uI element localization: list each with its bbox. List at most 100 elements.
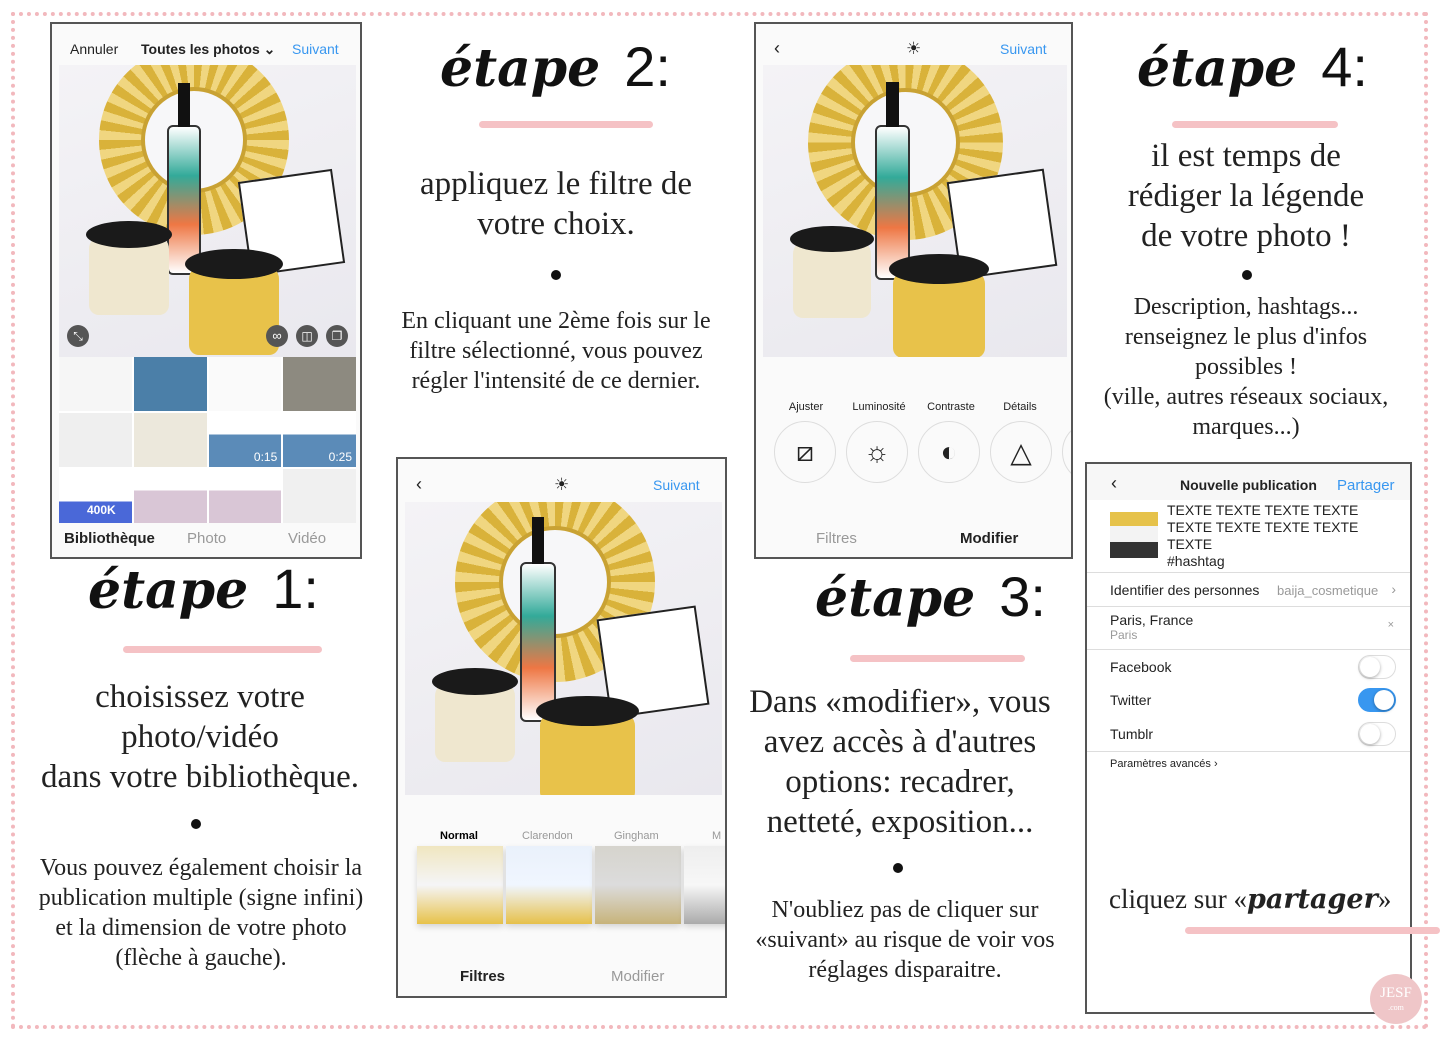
library-thumb[interactable] bbox=[283, 357, 356, 411]
step3-title: étape 3: bbox=[815, 565, 1046, 629]
bullet bbox=[1242, 270, 1252, 280]
back-icon[interactable]: ‹ bbox=[1111, 473, 1117, 494]
tool-label-details: Détails bbox=[1003, 401, 1037, 413]
library-thumb[interactable] bbox=[133, 469, 207, 523]
back-icon[interactable]: ‹ bbox=[774, 38, 780, 59]
phone-library: Annuler Toutes les photos ⌄ Suivant ⤡ ∞ … bbox=[50, 22, 362, 559]
contrast-icon[interactable]: ◐ bbox=[918, 421, 980, 483]
library-grid: 0:15 0:25 400K bbox=[59, 357, 356, 523]
details-icon[interactable]: △ bbox=[990, 421, 1052, 483]
post-thumbnail bbox=[1110, 512, 1158, 558]
photo-preview bbox=[405, 502, 722, 795]
tab-video[interactable]: Vidéo bbox=[288, 530, 326, 547]
filter-label-gingham[interactable]: Gingham bbox=[614, 830, 659, 842]
library-thumb[interactable] bbox=[208, 469, 282, 523]
album-label: Toutes les photos bbox=[141, 41, 260, 57]
share-row-tumblr: Tumblr bbox=[1087, 717, 1410, 751]
bullet bbox=[893, 863, 903, 873]
photo-preview bbox=[763, 65, 1067, 357]
step2-note: En cliquant une 2ème fois sur le filtre s… bbox=[401, 308, 711, 394]
share-label: Facebook bbox=[1110, 659, 1172, 675]
library-thumb[interactable] bbox=[208, 357, 282, 411]
next-button[interactable]: Suivant bbox=[653, 477, 700, 493]
cta-text: cliquez sur «partager» bbox=[1109, 884, 1392, 915]
library-thumb[interactable] bbox=[283, 469, 356, 523]
step3-text: Dans «modifier», vous avez accès à d'autr… bbox=[749, 684, 1051, 840]
close-icon[interactable]: × bbox=[1388, 619, 1394, 631]
album-dropdown[interactable]: Toutes les photos ⌄ bbox=[141, 41, 275, 58]
adjust-icon[interactable]: ⧄ bbox=[774, 421, 836, 483]
share-button[interactable]: Partager bbox=[1337, 477, 1395, 494]
video-duration: 0:25 bbox=[328, 450, 352, 464]
next-button[interactable]: Suivant bbox=[292, 41, 339, 57]
facebook-toggle[interactable] bbox=[1358, 655, 1396, 679]
phone-edit: ‹ ☀ Suivant Ajuster Luminosité Contraste… bbox=[754, 22, 1073, 559]
advanced-settings-link[interactable]: Paramètres avancés › bbox=[1087, 751, 1410, 781]
tab-edit[interactable]: Modifier bbox=[611, 968, 664, 985]
next-button[interactable]: Suivant bbox=[1000, 41, 1047, 57]
more-tool-icon[interactable] bbox=[1062, 421, 1071, 483]
brightness-icon[interactable]: ☀ bbox=[906, 39, 921, 59]
pink-underline bbox=[123, 646, 322, 653]
video-duration: 0:15 bbox=[253, 450, 278, 464]
step4-text: il est temps de rédiger la légende de votr… bbox=[1127, 138, 1365, 254]
tool-label-contrast: Contraste bbox=[927, 401, 975, 413]
filter-thumb-gingham[interactable] bbox=[595, 846, 681, 924]
brightness-icon[interactable]: ☼ bbox=[846, 421, 908, 483]
tumblr-toggle[interactable] bbox=[1358, 722, 1396, 746]
library-thumb[interactable] bbox=[133, 413, 207, 467]
tab-filters[interactable]: Filtres bbox=[460, 968, 505, 985]
caption-input[interactable]: TEXTE TEXTE TEXTE TEXTE TEXTE TEXTE TEXTE… bbox=[1167, 502, 1358, 570]
library-thumb[interactable]: 0:25 bbox=[283, 413, 356, 467]
share-label: Tumblr bbox=[1110, 726, 1154, 742]
chevron-down-icon: ⌄ bbox=[263, 41, 276, 57]
twitter-toggle[interactable] bbox=[1358, 688, 1396, 712]
thumb-badge: 400K bbox=[87, 503, 116, 517]
step4-note: Description, hashtags... renseignez le pl… bbox=[1103, 294, 1389, 440]
tab-photo[interactable]: Photo bbox=[187, 530, 226, 547]
back-icon[interactable]: ‹ bbox=[416, 474, 422, 495]
tab-filters[interactable]: Filtres bbox=[816, 530, 857, 547]
bullet bbox=[191, 819, 201, 829]
share-row-twitter: Twitter bbox=[1087, 683, 1410, 717]
bullet bbox=[551, 270, 561, 280]
pink-underline bbox=[1185, 927, 1440, 934]
tab-library[interactable]: Bibliothèque bbox=[64, 530, 155, 547]
filter-thumb-normal[interactable] bbox=[417, 846, 503, 924]
filter-thumb-clarendon[interactable] bbox=[506, 846, 592, 924]
share-label: Twitter bbox=[1110, 692, 1152, 708]
location-row[interactable]: Paris, France Paris × bbox=[1087, 606, 1410, 649]
library-thumb[interactable]: 0:15 bbox=[208, 413, 282, 467]
photo-preview: ⤡ ∞ ◫ ❐ bbox=[59, 65, 356, 357]
pink-underline bbox=[850, 655, 1025, 662]
infinity-icon[interactable]: ∞ bbox=[266, 325, 288, 347]
pink-underline bbox=[479, 121, 653, 128]
cancel-button[interactable]: Annuler bbox=[70, 41, 118, 57]
library-thumb[interactable] bbox=[59, 357, 132, 411]
expand-icon[interactable]: ⤡ bbox=[67, 325, 89, 347]
step2-text: appliquez le filtre de votre choix. bbox=[419, 166, 693, 242]
step4-title: étape 4: bbox=[1137, 35, 1368, 99]
tool-label-brightness: Luminosité bbox=[852, 401, 906, 413]
brightness-icon[interactable]: ☀ bbox=[554, 475, 569, 495]
filter-label-normal[interactable]: Normal bbox=[440, 830, 478, 842]
multi-select-icon[interactable]: ❐ bbox=[326, 325, 348, 347]
share-row-facebook: Facebook bbox=[1087, 649, 1410, 683]
layout-icon[interactable]: ◫ bbox=[296, 325, 318, 347]
location-label: Paris, France bbox=[1110, 612, 1194, 628]
tag-people-row[interactable]: Identifier des personnes baija_cosmetiqu… bbox=[1087, 572, 1410, 606]
tab-edit[interactable]: Modifier bbox=[960, 530, 1018, 547]
phone-filters: ‹ ☀ Suivant Normal Clarendon Gingham M F… bbox=[396, 457, 727, 998]
library-thumb[interactable]: 400K bbox=[59, 469, 132, 523]
filter-label-clarendon[interactable]: Clarendon bbox=[522, 830, 573, 842]
step1-title: étape 1: bbox=[88, 557, 319, 621]
library-thumb[interactable] bbox=[59, 413, 132, 467]
step2-title: étape 2: bbox=[440, 35, 671, 99]
chevron-right-icon: › bbox=[1391, 581, 1396, 597]
pink-underline bbox=[1172, 121, 1338, 128]
location-sub: Paris bbox=[1110, 628, 1138, 642]
tagged-user: baija_cosmetique bbox=[1277, 583, 1379, 598]
library-thumb[interactable] bbox=[133, 357, 207, 411]
page-title: Nouvelle publication bbox=[1180, 477, 1317, 493]
step1-note: Vous pouvez également choisir la publicat… bbox=[38, 855, 364, 971]
